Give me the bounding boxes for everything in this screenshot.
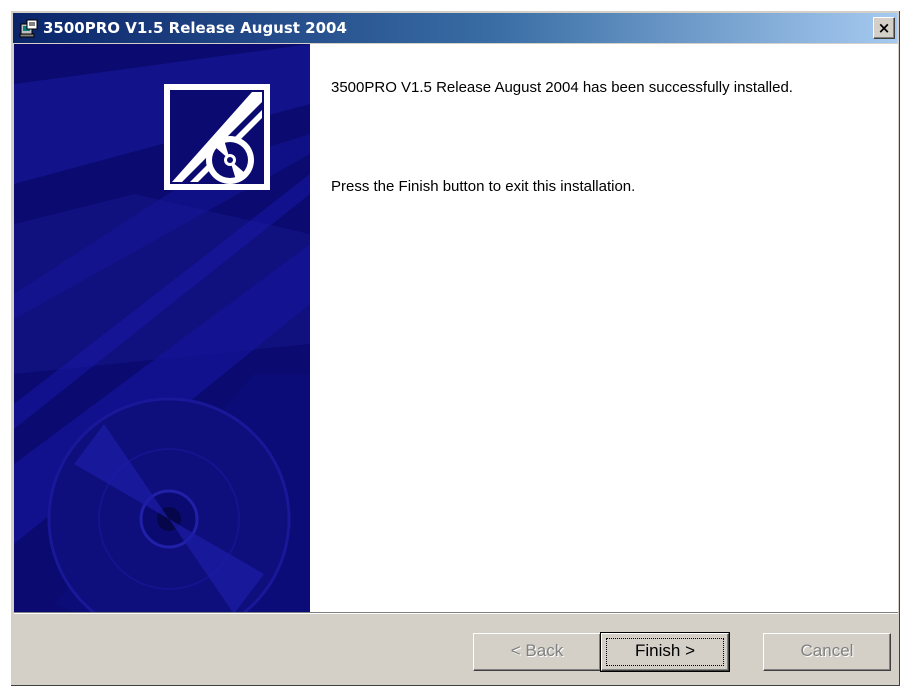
close-icon: × xyxy=(877,19,891,37)
close-button[interactable]: × xyxy=(873,17,895,39)
title-bar[interactable]: 3500PRO V1.5 Release August 2004 × xyxy=(13,13,897,43)
wizard-sidebar-banner xyxy=(14,44,310,612)
finish-instruction-message: Press the Finish button to exit this ins… xyxy=(331,178,636,195)
finish-button-label: Finish > xyxy=(635,641,695,660)
wizard-content-panel: 3500PRO V1.5 Release August 2004 has bee… xyxy=(310,44,898,612)
window-title: 3500PRO V1.5 Release August 2004 xyxy=(43,19,347,37)
back-button-label: < Back xyxy=(510,641,564,660)
back-button[interactable]: < Back xyxy=(473,633,601,671)
finish-button[interactable]: Finish > xyxy=(600,632,730,672)
installer-dialog: 3500PRO V1.5 Release August 2004 × 3500P… xyxy=(10,10,900,686)
cancel-button-label: Cancel xyxy=(800,641,854,660)
install-success-message: 3500PRO V1.5 Release August 2004 has bee… xyxy=(331,79,793,96)
sidebar-artwork xyxy=(14,44,310,612)
button-area-divider xyxy=(14,612,898,614)
cancel-button[interactable]: Cancel xyxy=(763,633,891,671)
installer-icon xyxy=(19,18,39,38)
